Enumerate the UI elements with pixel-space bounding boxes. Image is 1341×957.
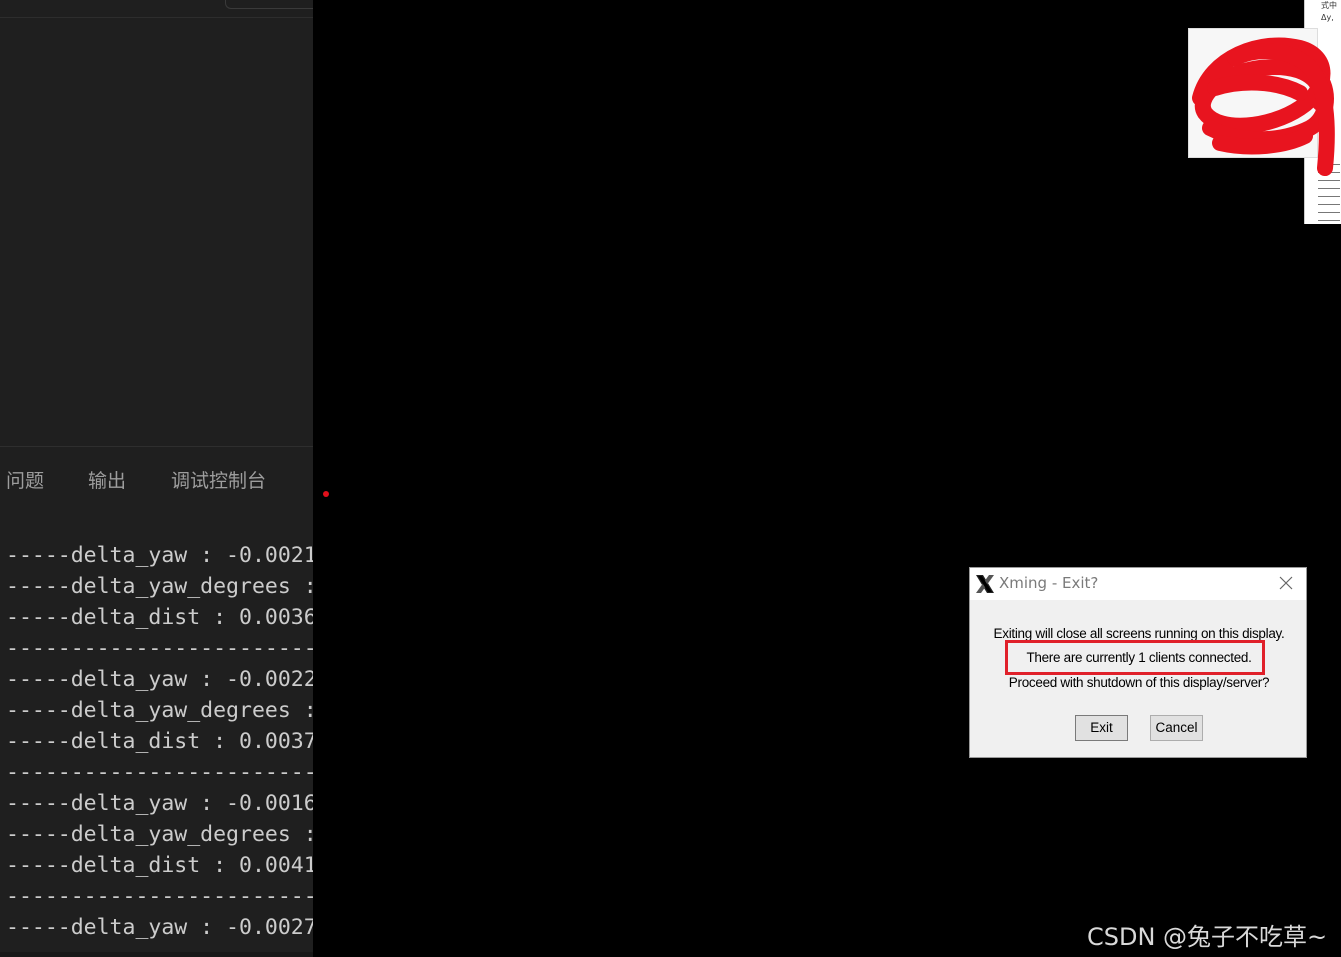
red-scribble-redaction bbox=[1192, 37, 1335, 176]
exit-button[interactable]: Exit bbox=[1075, 715, 1128, 741]
cursor-dot bbox=[323, 491, 329, 497]
terminal-line: ------------------------ bbox=[6, 636, 313, 661]
tab-problems[interactable]: 问题 bbox=[6, 466, 44, 493]
terminal-line: -----delta_yaw : -0.0021 bbox=[6, 543, 313, 568]
terminal-line: -----delta_yaw : -0.0016 bbox=[6, 791, 313, 816]
terminal-line: ------------------------ bbox=[6, 884, 313, 909]
dialog-title: Xming - Exit? bbox=[999, 574, 1099, 592]
terminal-line: -----delta_yaw_degrees : bbox=[6, 822, 313, 847]
terminal-line: -----delta_dist : 0.0041 bbox=[6, 853, 313, 878]
tab-debug-console[interactable]: 调试控制台 bbox=[171, 466, 266, 493]
terminal-line: -----delta_yaw : -0.0022 bbox=[6, 667, 313, 692]
close-icon[interactable] bbox=[1279, 576, 1293, 590]
panel-divider bbox=[0, 446, 313, 447]
dialog-titlebar[interactable]: Xming - Exit? bbox=[970, 568, 1306, 600]
editor-divider bbox=[0, 17, 313, 18]
terminal-line: -----delta_yaw : -0.0027 bbox=[6, 915, 313, 940]
editor-tab-edge bbox=[225, 0, 313, 9]
editor-pane: 问题 输出 调试控制台 -----delta_yaw : -0.0021 ---… bbox=[0, 0, 313, 957]
cancel-button[interactable]: Cancel bbox=[1150, 715, 1203, 741]
panel-tab-bar: 问题 输出 调试控制台 bbox=[0, 466, 313, 498]
terminal-output[interactable]: -----delta_yaw : -0.0021 -----delta_yaw_… bbox=[0, 540, 313, 943]
terminal-line: -----delta_yaw_degrees : bbox=[6, 574, 313, 599]
thumbnail-text: 式中 bbox=[1321, 1, 1337, 10]
terminal-line: ------------------------ bbox=[6, 760, 313, 785]
red-highlight-box bbox=[1005, 640, 1265, 675]
dialog-message-line: Exiting will close all screens running o… bbox=[993, 626, 1285, 641]
terminal-line: -----delta_dist : 0.0037 bbox=[6, 729, 313, 754]
xming-logo-icon bbox=[976, 575, 994, 593]
tab-output[interactable]: 输出 bbox=[88, 466, 126, 493]
terminal-line: -----delta_dist : 0.0036 bbox=[6, 605, 313, 630]
dialog-message-line: Proceed with shutdown of this display/se… bbox=[1008, 675, 1270, 690]
editor-bottom-edge bbox=[0, 952, 313, 957]
csdn-watermark: CSDN @兔子不吃草~ bbox=[1087, 923, 1328, 951]
xming-exit-dialog: Xming - Exit? Exiting will close all scr… bbox=[969, 567, 1307, 758]
terminal-line: -----delta_yaw_degrees : bbox=[6, 698, 313, 723]
